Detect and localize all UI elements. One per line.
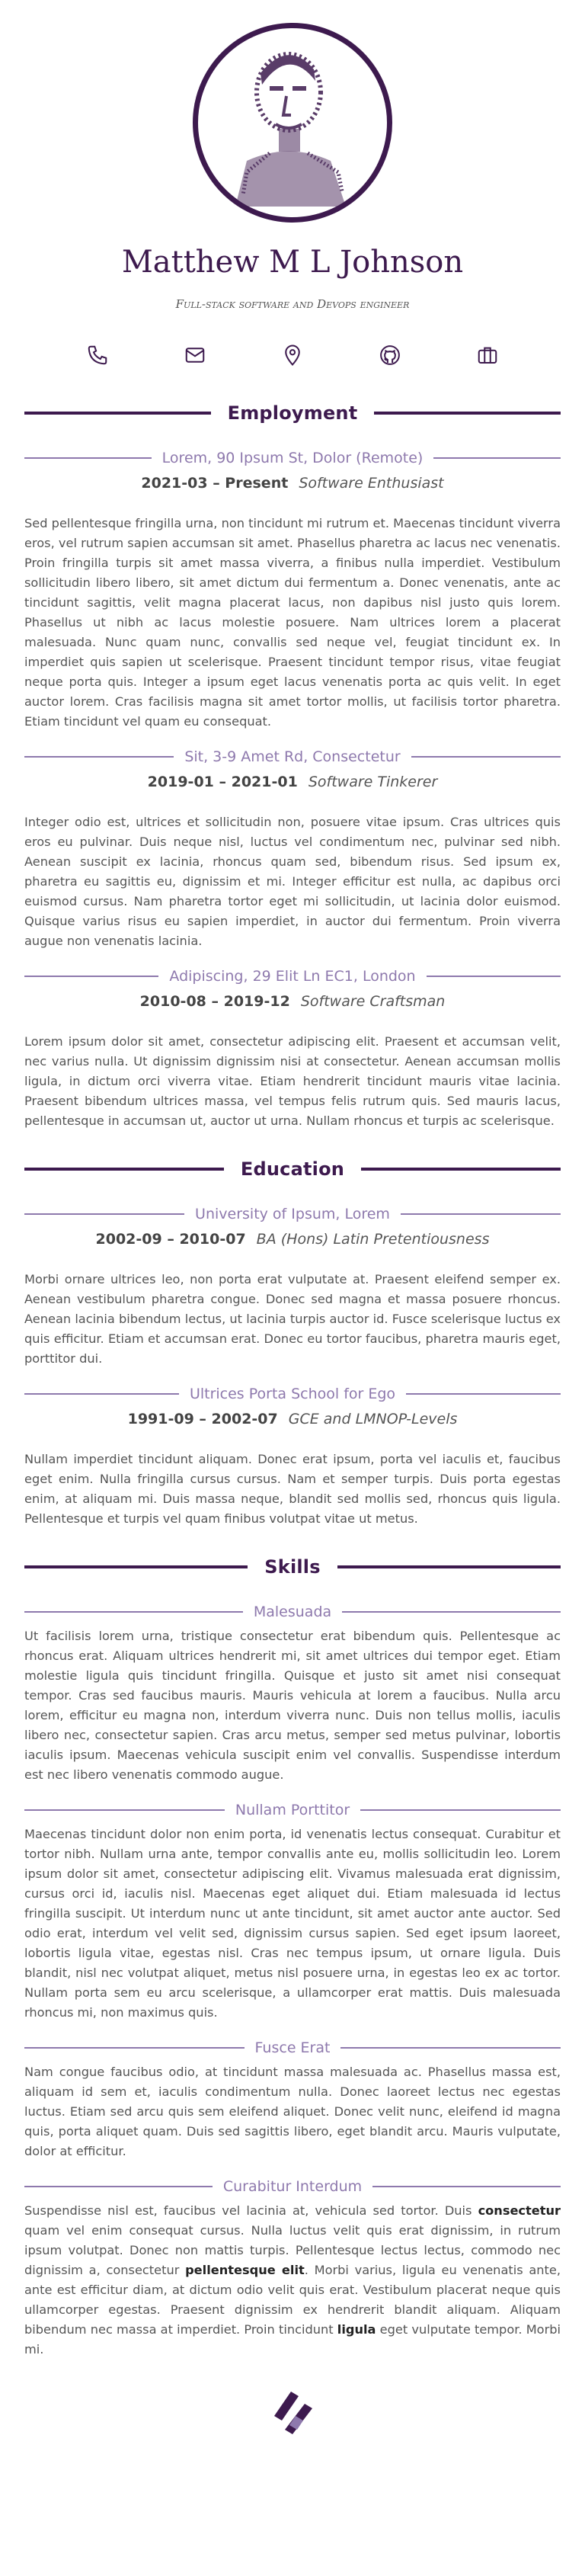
heading-rule-left [24, 1168, 224, 1171]
section-title: Employment [227, 402, 358, 424]
section-title: Education [240, 1158, 345, 1180]
job-place: Adipiscing, 29 Elit Ln EC1, London [169, 968, 416, 985]
job-role: Software Tinkerer [308, 774, 438, 790]
contact-email[interactable] [146, 341, 244, 369]
footer-logo [0, 2385, 585, 2434]
sub-rule-right [433, 457, 561, 459]
skill-description: Maecenas tincidunt dolor non enim porta,… [24, 1827, 561, 2020]
sub-rule-right [411, 756, 561, 758]
resume-page: Matthew M L Johnson Full-stack software … [0, 0, 585, 2434]
sub-rule-left [24, 1393, 179, 1395]
github-icon [380, 345, 400, 365]
school-name: Ultrices Porta School for Ego [189, 1386, 396, 1402]
text-run-bold: pellentesque elit [185, 2263, 305, 2277]
skill-description: Ut facilisis lorem urna, tristique conse… [24, 1629, 561, 1782]
heading-rule-right [361, 1168, 561, 1171]
mail-icon [185, 348, 205, 363]
contact-phone[interactable] [49, 341, 146, 369]
sub-rule-right [340, 2047, 561, 2049]
contact-portfolio[interactable] [439, 341, 536, 369]
sub-rule-right [406, 1393, 561, 1395]
contact-location[interactable] [244, 341, 341, 369]
phone-icon [88, 345, 107, 365]
person-name: Matthew M L Johnson [121, 245, 464, 280]
avatar-container [0, 0, 585, 223]
skill-name: Fusce Erat [254, 2039, 331, 2056]
job-role: Software Craftsman [300, 993, 446, 1010]
contact-github[interactable] [341, 341, 439, 369]
date-range: 2010-08 – 2019-12 [139, 993, 290, 1010]
job-description: Lorem ipsum dolor sit amet, consectetur … [24, 1034, 561, 1128]
job-dates: 2019-01 – 2021-01 Software Tinkerer [0, 771, 585, 793]
skills-section-heading: Skills [24, 1552, 561, 1582]
location-pin-icon [285, 344, 300, 367]
avatar [193, 23, 392, 223]
sub-rule-left [24, 1809, 225, 1811]
employment-section-heading: Employment [24, 398, 561, 428]
job-role: Software Enthusiast [299, 475, 444, 492]
school-description: Morbi ornare ultrices leo, non porta era… [24, 1272, 561, 1366]
job-description: Sed pellentesque fringilla urna, non tin… [24, 516, 561, 729]
sub-rule-left [24, 2186, 213, 2187]
skill-description: Nam congue faucibus odio, at tincidunt m… [24, 2065, 561, 2158]
sub-rule-left [24, 457, 152, 459]
skill-heading: Nullam Porttitor [24, 1800, 561, 1820]
qualification: GCE and LMNOP-Levels [288, 1411, 458, 1427]
school-dates: 2002-09 – 2010-07 BA (Hons) Latin Pretent… [0, 1229, 585, 1250]
job-place: Lorem, 90 Ipsum St, Dolor (Remote) [161, 450, 424, 466]
date-range: 2021-03 – Present [141, 475, 289, 492]
heading-rule-left [24, 1565, 248, 1568]
sub-rule-left [24, 1213, 185, 1215]
contact-icons [0, 341, 585, 369]
text-run-bold: ligula [337, 2322, 376, 2337]
sub-rule-right [360, 1809, 561, 1811]
skill-heading: Fusce Erat [24, 2038, 561, 2058]
education-section-heading: Education [24, 1154, 561, 1184]
job-heading: Adipiscing, 29 Elit Ln EC1, London [24, 966, 561, 986]
sub-rule-right [342, 1611, 561, 1613]
job-dates: 2010-08 – 2019-12 Software Craftsman [0, 991, 585, 1012]
school-heading: University of Ipsum, Lorem [24, 1204, 561, 1224]
school-dates: 1991-09 – 2002-07 GCE and LMNOP-Levels [0, 1408, 585, 1430]
heading-rule-right [337, 1565, 561, 1568]
date-range: 2019-01 – 2021-01 [147, 774, 298, 790]
school-description: Nullam imperdiet tincidunt aliquam. Done… [24, 1452, 561, 1526]
qualification: BA (Hons) Latin Pretentiousness [256, 1231, 490, 1248]
job-place: Sit, 3-9 Amet Rd, Consectetur [184, 748, 401, 765]
sub-rule-left [24, 976, 159, 977]
skill-description: Suspendisse nisl est, faucibus vel lacin… [24, 2201, 561, 2360]
sub-rule-right [426, 976, 561, 977]
heading-rule-right [374, 412, 561, 415]
avatar-portrait-image [235, 52, 346, 207]
briefcase-icon [478, 347, 497, 364]
heading-rule-left [24, 412, 211, 415]
text-run-bold: consectetur [478, 2203, 561, 2218]
tagline: Full-stack software and Devops engineer [175, 297, 410, 311]
skill-heading: Malesuada [24, 1602, 561, 1622]
school-heading: Ultrices Porta School for Ego [24, 1384, 561, 1404]
sub-rule-left [24, 756, 174, 758]
date-range: 1991-09 – 2002-07 [127, 1411, 278, 1427]
skill-name: Nullam Porttitor [235, 1802, 350, 1818]
sub-rule-left [24, 1611, 243, 1613]
date-range: 2002-09 – 2010-07 [95, 1231, 246, 1248]
job-dates: 2021-03 – Present Software Enthusiast [0, 473, 585, 494]
skill-heading: Curabitur Interdum [24, 2177, 561, 2196]
job-heading: Sit, 3-9 Amet Rd, Consectetur [24, 747, 561, 767]
brand-logo-icon [274, 2392, 312, 2434]
job-description: Integer odio est, ultrices et sollicitud… [24, 815, 561, 948]
sub-rule-left [24, 2047, 245, 2049]
job-heading: Lorem, 90 Ipsum St, Dolor (Remote) [24, 448, 561, 468]
sub-rule-right [372, 2186, 561, 2187]
skill-name: Malesuada [253, 1604, 332, 1620]
text-run: Suspendisse nisl est, faucibus vel lacin… [24, 2203, 478, 2218]
section-title: Skills [264, 1556, 321, 1578]
school-name: University of Ipsum, Lorem [195, 1206, 390, 1222]
sub-rule-right [400, 1213, 561, 1215]
skill-name: Curabitur Interdum [222, 2178, 363, 2195]
